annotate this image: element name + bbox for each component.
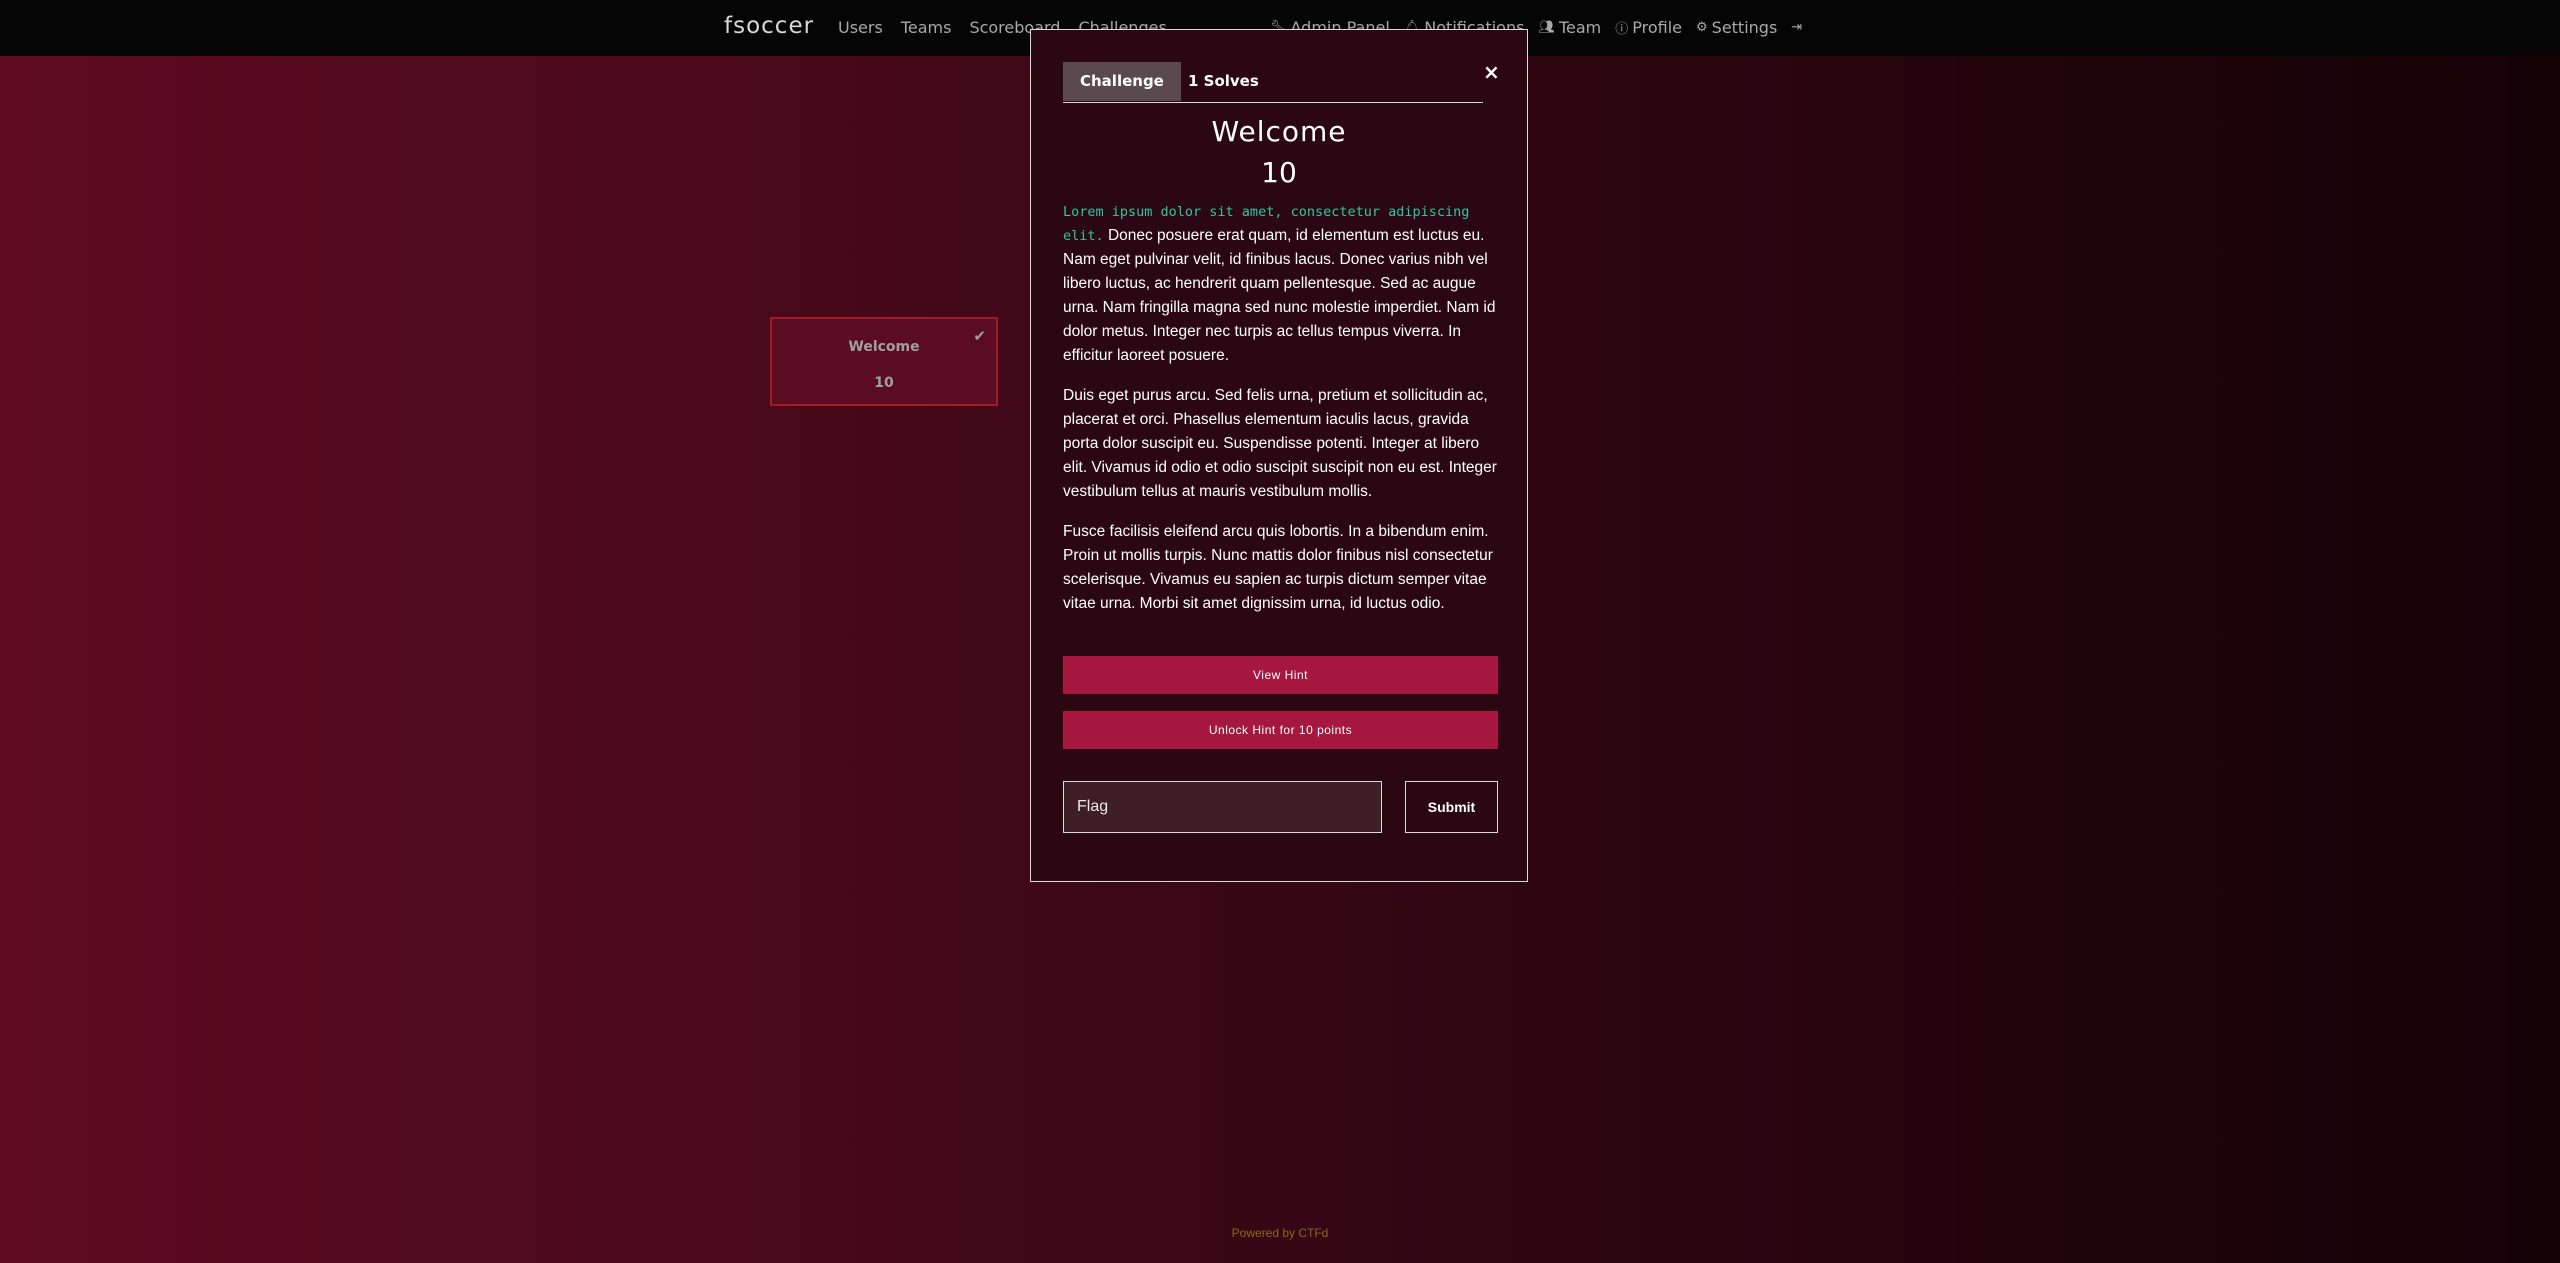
nav-team-label: Team: [1558, 18, 1602, 37]
challenge-card-name: Welcome: [848, 339, 920, 355]
description-paragraph-2: Duis eget purus arcu. Sed felis urna, pr…: [1063, 387, 1497, 500]
challenge-value: 10: [1261, 156, 1297, 189]
challenge-description: Lorem ipsum dolor sit amet, consectetur …: [1063, 200, 1499, 632]
brand-logo[interactable]: fsoccer: [724, 13, 814, 39]
nav-settings[interactable]: ⚙ Settings: [1696, 18, 1777, 37]
sign-out-icon: ⇥: [1791, 20, 1803, 35]
nav-teams[interactable]: Teams: [901, 18, 952, 37]
nav-logout[interactable]: ⇥: [1791, 20, 1802, 35]
challenge-card[interactable]: ✔ Welcome 10: [770, 317, 998, 406]
flag-input[interactable]: [1063, 781, 1382, 833]
nav-profile[interactable]: ⓘ Profile: [1615, 18, 1682, 37]
challenge-card-value: 10: [874, 375, 894, 391]
tab-challenge[interactable]: Challenge: [1063, 62, 1181, 101]
modal-tabs: Challenge 1 Solves: [1063, 62, 1483, 103]
users-icon: 👥︎: [1538, 20, 1555, 35]
gears-icon: ⚙: [1696, 20, 1708, 35]
close-icon[interactable]: ×: [1483, 60, 1500, 84]
nav-profile-label: Profile: [1632, 18, 1682, 37]
description-paragraph-3: Fusce facilisis eleifend arcu quis lobor…: [1063, 523, 1493, 612]
view-hint-button[interactable]: View Hint: [1063, 656, 1498, 694]
description-paragraph-1: Lorem ipsum dolor sit amet, consectetur …: [1063, 200, 1499, 368]
user-circle-icon: ⓘ: [1615, 22, 1629, 37]
tab-solves[interactable]: 1 Solves: [1171, 62, 1276, 101]
unlock-hint-button[interactable]: Unlock Hint for 10 points: [1063, 711, 1498, 749]
nav-users[interactable]: Users: [838, 18, 883, 37]
submit-button[interactable]: Submit: [1405, 781, 1498, 833]
challenge-modal: Challenge 1 Solves × Welcome 10 Lorem ip…: [1030, 29, 1528, 882]
nav-team[interactable]: 👥︎ Team: [1538, 18, 1601, 37]
footer-powered-by[interactable]: Powered by CTFd: [0, 1226, 2560, 1240]
challenge-title: Welcome: [1211, 115, 1347, 148]
description-paragraph-1-text: Donec posuere erat quam, id elementum es…: [1063, 227, 1496, 364]
nav-settings-label: Settings: [1711, 18, 1778, 37]
